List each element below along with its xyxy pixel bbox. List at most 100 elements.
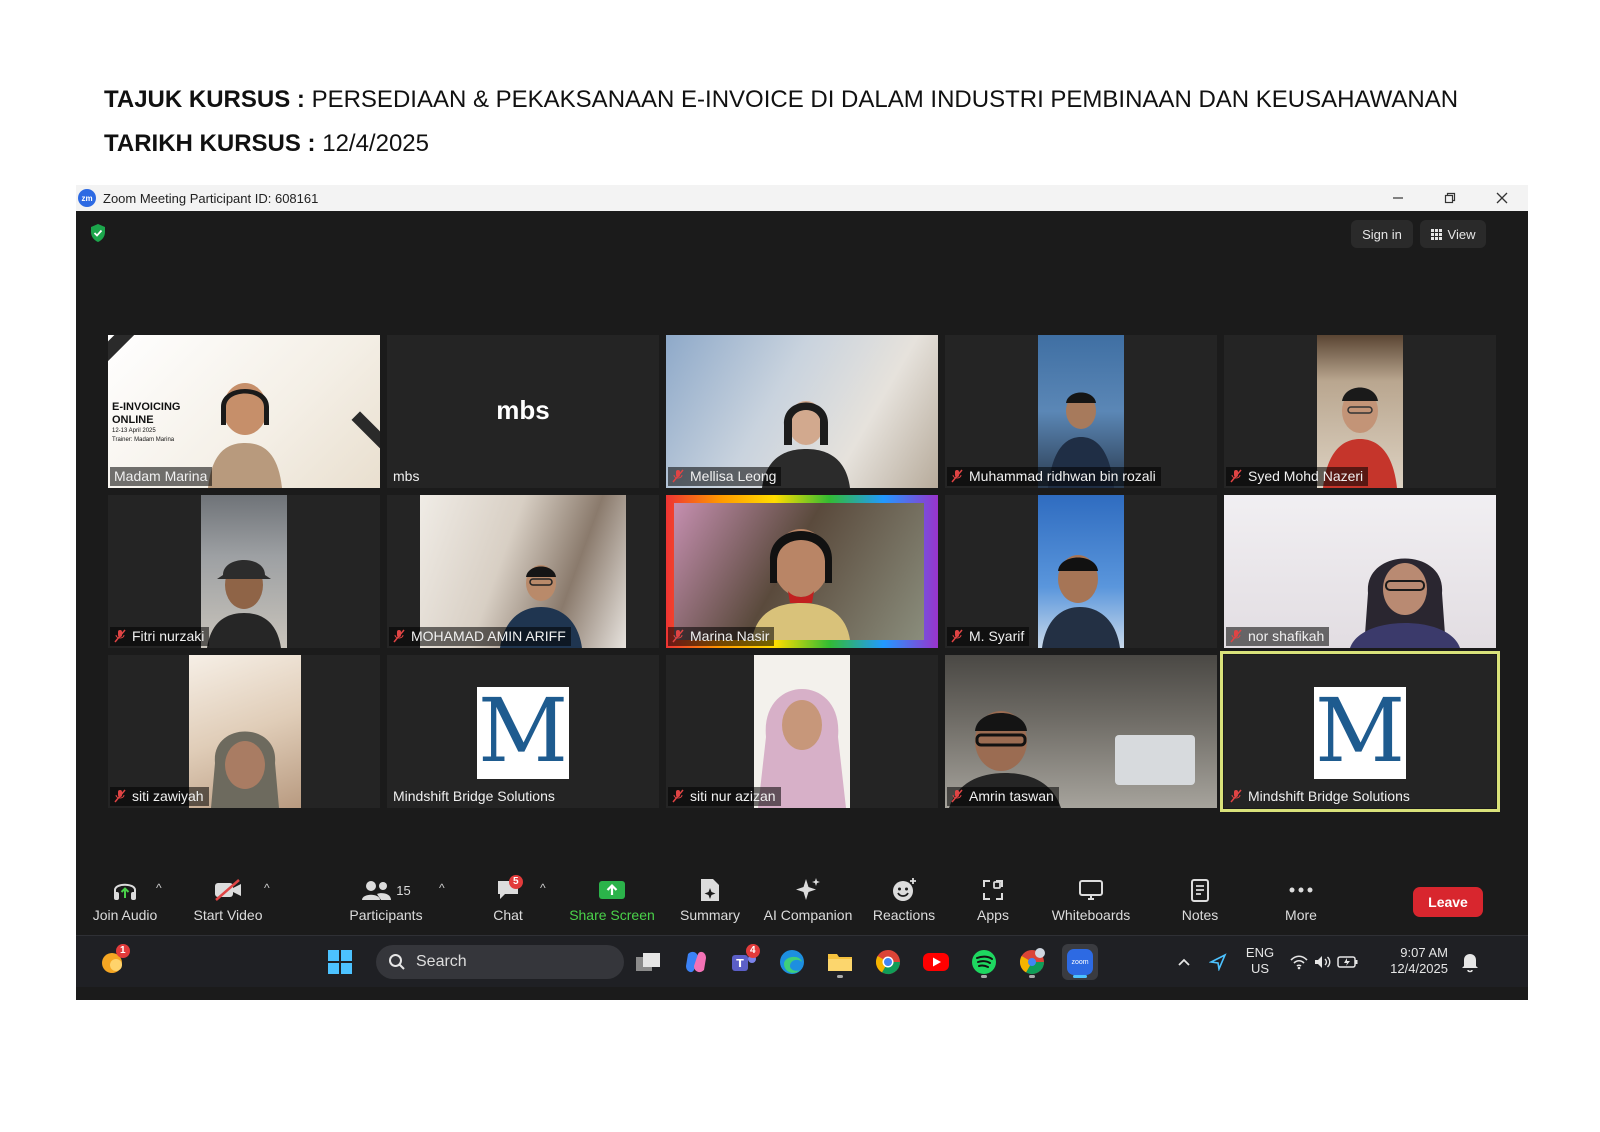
- task-view-button[interactable]: [630, 944, 666, 980]
- participant-name-label: nor shafikah: [1226, 627, 1330, 646]
- summary-button[interactable]: Summary: [676, 873, 744, 933]
- view-button[interactable]: View: [1420, 220, 1486, 248]
- participant-tile[interactable]: Amrin taswan: [945, 655, 1217, 808]
- notification-center-button[interactable]: [1452, 944, 1488, 980]
- participants-button[interactable]: 15 Participants: [346, 873, 426, 933]
- view-label: View: [1447, 226, 1476, 242]
- clock-time: 9:07 AM: [1400, 945, 1448, 960]
- copilot-widget-button[interactable]: 1: [94, 944, 130, 980]
- share-screen-icon: [599, 881, 625, 899]
- share-screen-button[interactable]: Share Screen: [564, 873, 660, 933]
- apps-button[interactable]: Apps: [966, 873, 1020, 933]
- course-title-line: TAJUK KURSUS : PERSEDIAAN & PEKAKSANAAN …: [104, 78, 1458, 122]
- chat-button[interactable]: 5 Chat: [481, 873, 535, 933]
- participant-tile[interactable]: mbs mbs: [387, 335, 659, 488]
- start-video-button[interactable]: Start Video: [188, 873, 268, 933]
- headset-person-icon: [752, 529, 850, 640]
- notification-bell-icon: [1462, 954, 1478, 973]
- taskbar-search-box[interactable]: Search: [376, 945, 624, 979]
- youtube-app-button[interactable]: [918, 944, 954, 980]
- minimize-icon: [1393, 197, 1403, 199]
- chrome-app-button[interactable]: [870, 944, 906, 980]
- zoom-taskbar-icon: zoom: [1067, 949, 1093, 975]
- participant-tile[interactable]: nor shafikah: [1224, 495, 1496, 648]
- wifi-icon: [1290, 955, 1308, 970]
- participant-name-label: Marina Nasir: [668, 627, 775, 646]
- language-indicator[interactable]: ENG US: [1240, 945, 1280, 977]
- participant-tile[interactable]: MOHAMAD AMIN ARIFF: [387, 495, 659, 648]
- participant-tile[interactable]: E-INVOICING ONLINE 12-13 April 2025 Trai…: [108, 335, 380, 488]
- edge-app-button[interactable]: [774, 944, 810, 980]
- summary-icon: [701, 879, 719, 901]
- start-button[interactable]: [322, 944, 358, 980]
- restore-icon: [1444, 192, 1456, 204]
- minimize-button[interactable]: [1372, 185, 1424, 211]
- window-controls: [1372, 185, 1528, 211]
- mic-muted-icon: [1230, 629, 1242, 643]
- chevron-up-icon: [1178, 958, 1190, 966]
- leave-meeting-button[interactable]: Leave: [1413, 887, 1483, 917]
- participant-tile-active-speaker[interactable]: M Mindshift Bridge Solutions: [1220, 651, 1500, 812]
- chrome-profile-app-button[interactable]: [1014, 944, 1050, 980]
- mic-muted-icon: [672, 469, 684, 483]
- meeting-toolbar: Join Audio ^ Start Video ^ 15 Participan…: [76, 873, 1528, 933]
- participant-tile[interactable]: Fitri nurzaki: [108, 495, 380, 648]
- reactions-button[interactable]: Reactions: [870, 873, 938, 933]
- widget-notification-badge: 1: [116, 944, 130, 958]
- participant-tile[interactable]: M. Syarif: [945, 495, 1217, 648]
- location-button[interactable]: [1200, 944, 1236, 980]
- encryption-shield-icon[interactable]: [89, 223, 107, 243]
- edge-browser-icon: [780, 950, 804, 974]
- network-volume-battery-button[interactable]: [1286, 944, 1362, 980]
- participant-video: [189, 655, 301, 808]
- participants-options-caret[interactable]: ^: [439, 881, 445, 895]
- teams-app-button[interactable]: T 4: [726, 944, 762, 980]
- banner-text: E-INVOICING ONLINE 12-13 April 2025 Trai…: [112, 401, 181, 443]
- audio-options-caret[interactable]: ^: [156, 881, 162, 895]
- zoom-app-icon: zm: [78, 189, 96, 207]
- notes-button[interactable]: Notes: [1172, 873, 1228, 933]
- whiteboards-button[interactable]: Whiteboards: [1046, 873, 1136, 933]
- close-button[interactable]: [1476, 185, 1528, 211]
- copilot-app-button[interactable]: [678, 944, 714, 980]
- zoom-app-button[interactable]: zoom: [1062, 944, 1098, 980]
- participant-video: [945, 655, 1217, 808]
- join-audio-button[interactable]: Join Audio: [90, 873, 160, 933]
- participant-tile[interactable]: siti nur azizan: [666, 655, 938, 808]
- mic-muted-icon: [1230, 469, 1242, 483]
- participant-name-label: Fitri nurzaki: [110, 627, 210, 646]
- spotify-app-button[interactable]: [966, 944, 1002, 980]
- participant-name-label: Madam Marina: [110, 467, 213, 486]
- participant-tile[interactable]: Mellisa Leong: [666, 335, 938, 488]
- video-options-caret[interactable]: ^: [264, 881, 270, 895]
- show-hidden-icons-button[interactable]: [1166, 944, 1202, 980]
- participant-name-label: siti nur azizan: [668, 787, 781, 806]
- notes-icon: [1191, 879, 1209, 902]
- task-view-icon: [636, 953, 660, 971]
- participant-name-label: Mellisa Leong: [668, 467, 782, 486]
- teams-notification-badge: 4: [746, 944, 760, 958]
- sign-in-button[interactable]: Sign in: [1351, 220, 1413, 248]
- clock[interactable]: 9:07 AM 12/4/2025: [1372, 945, 1448, 977]
- participants-count: 15: [396, 882, 411, 898]
- mic-muted-icon: [114, 629, 126, 643]
- participant-tile[interactable]: Marina Nasir: [666, 495, 938, 648]
- restore-button[interactable]: [1424, 185, 1476, 211]
- chat-options-caret[interactable]: ^: [540, 881, 546, 895]
- zoom-meeting-window: zm Zoom Meeting Participant ID: 608161 S…: [76, 185, 1528, 1000]
- person-silhouette-icon: [1042, 555, 1120, 648]
- spotify-icon: [972, 950, 996, 974]
- ai-companion-button[interactable]: AI Companion: [760, 873, 856, 933]
- participants-icon: [362, 881, 392, 900]
- search-label: Search: [416, 953, 467, 970]
- more-button[interactable]: More: [1276, 873, 1326, 933]
- windows-taskbar: 1 Search T 4 zoom ENG US 9:07 AM 12/4/20…: [76, 935, 1528, 987]
- participant-tile[interactable]: Syed Mohd Nazeri: [1224, 335, 1496, 488]
- participant-tile[interactable]: Muhammad ridhwan bin rozali: [945, 335, 1217, 488]
- headset-person-icon: [208, 383, 282, 488]
- participant-name-label: Amrin taswan: [947, 787, 1059, 806]
- participant-tile[interactable]: M Mindshift Bridge Solutions: [387, 655, 659, 808]
- file-explorer-button[interactable]: [822, 944, 858, 980]
- participant-tile[interactable]: siti zawiyah: [108, 655, 380, 808]
- grid-view-icon: [1430, 228, 1442, 240]
